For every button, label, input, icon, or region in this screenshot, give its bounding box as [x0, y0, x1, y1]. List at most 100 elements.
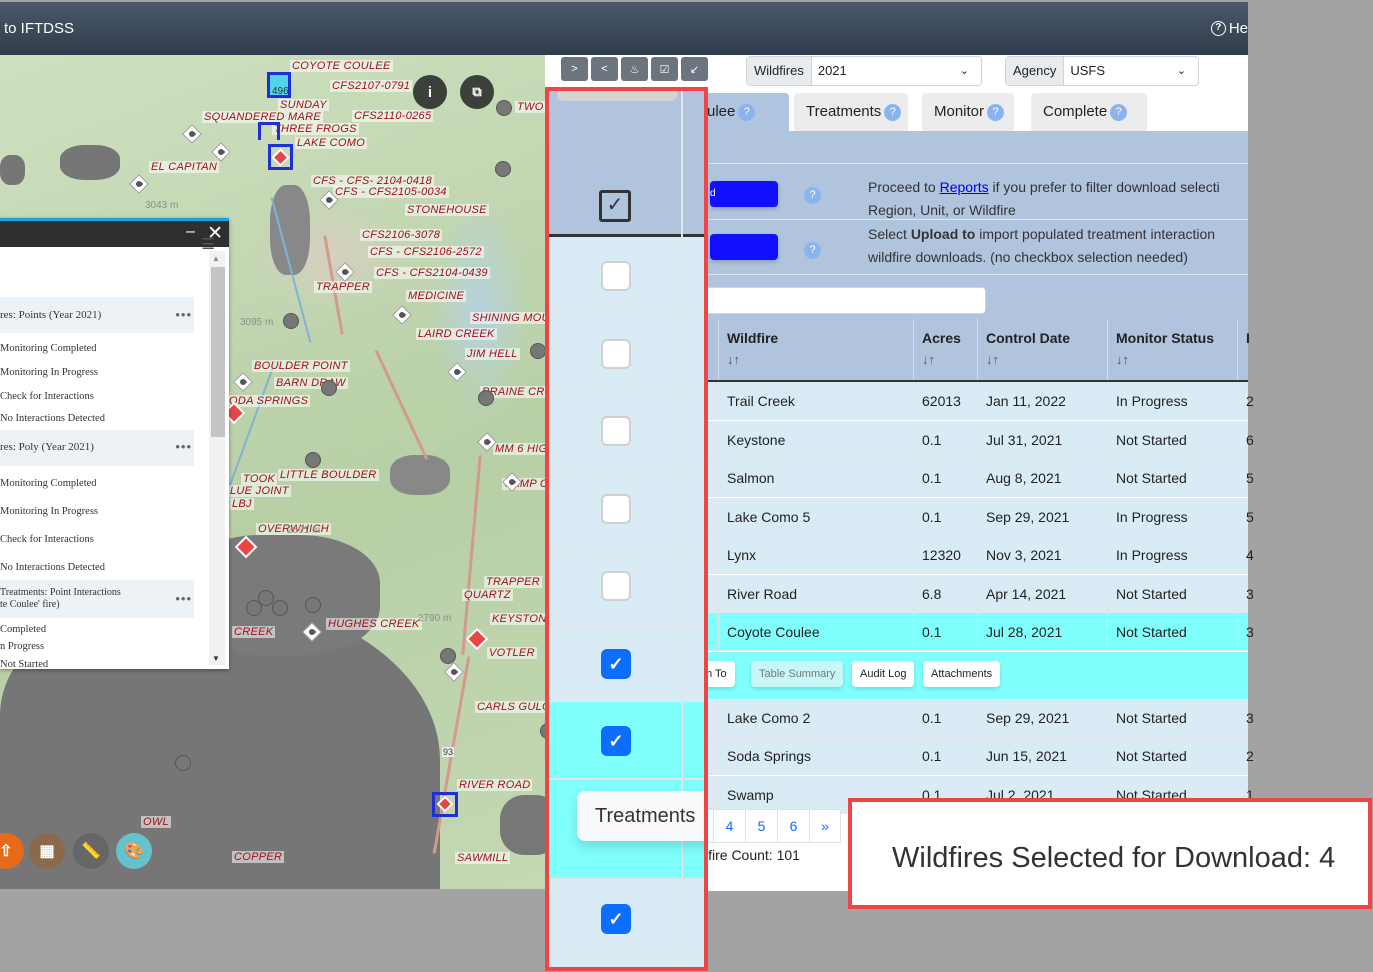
scrollbar-thumb[interactable]	[211, 267, 225, 437]
scroll-down-icon[interactable]: ▼	[212, 654, 220, 663]
map-label[interactable]: OWL	[141, 816, 171, 828]
point-marker[interactable]	[305, 597, 321, 613]
search-input[interactable]	[705, 287, 986, 314]
map-label[interactable]: LITTLE BOULDER	[278, 469, 379, 481]
tab-treatments[interactable]: Treatments?	[794, 93, 908, 131]
tab-coyote-coulee[interactable]: ulee?	[695, 93, 789, 131]
select-all-checkbox-icon[interactable]: ✓	[599, 190, 631, 222]
point-marker[interactable]	[321, 380, 337, 396]
more-options-icon[interactable]: •••	[175, 591, 192, 606]
map-label[interactable]: CFS - CFS2104-0439	[374, 267, 490, 279]
point-marker[interactable]	[478, 390, 494, 406]
legend-group[interactable]: res: Poly (Year 2021) •••	[0, 430, 194, 466]
row-checkbox[interactable]	[601, 261, 631, 291]
point-marker[interactable]	[305, 452, 321, 468]
agency-select[interactable]: Agency USFS ⌄	[1005, 56, 1199, 86]
row-checkbox[interactable]: ✓	[601, 903, 631, 934]
scroll-up-icon[interactable]: ▲	[212, 254, 220, 263]
point-marker[interactable]	[440, 648, 456, 664]
tab-complete[interactable]: Complete?	[1031, 93, 1147, 131]
page-link[interactable]: 4	[713, 810, 745, 842]
minimize-button[interactable]: –	[186, 223, 195, 241]
sort-icon[interactable]: ↓↑	[986, 352, 1107, 367]
map-label[interactable]: BOULDER POINT	[252, 360, 350, 372]
table-summary-button[interactable]: Table Summary	[751, 660, 844, 687]
map-label[interactable]: TWO	[515, 101, 546, 113]
point-marker[interactable]	[530, 343, 546, 359]
download-button[interactable]: d	[710, 181, 778, 207]
select-checked-button[interactable]: ☑	[651, 57, 678, 81]
help-icon[interactable]: ?	[804, 187, 821, 204]
reports-link[interactable]: Reports	[940, 179, 989, 195]
row-checkbox[interactable]	[601, 493, 631, 524]
info-button[interactable]: i	[413, 75, 447, 109]
point-marker[interactable]	[175, 755, 191, 771]
map-label[interactable]: CFS2106-3078	[360, 229, 443, 241]
map-label[interactable]: CREEK	[232, 626, 276, 638]
column-header-wildfire[interactable]: Wildfire ↓↑	[718, 319, 913, 380]
column-header-monitor-status[interactable]: Monitor Status ↓↑	[1107, 319, 1237, 380]
swipe-compare-button[interactable]: ⧉	[460, 75, 494, 109]
legend-group[interactable]: Treatments: Point Interactions te Coulee…	[0, 580, 194, 618]
measure-tool-button[interactable]: 📏	[73, 833, 109, 869]
column-header-extra[interactable]: I	[1237, 319, 1257, 380]
map-label[interactable]: VOTLER	[487, 647, 537, 659]
more-options-icon[interactable]: •••	[175, 439, 192, 454]
map-label[interactable]: JIM HELL	[465, 348, 520, 360]
collapse-left-button[interactable]: <	[591, 57, 618, 81]
map-label[interactable]: KEYSTON	[490, 613, 549, 625]
map-label[interactable]: CARLS GULC	[475, 701, 553, 713]
next-page-link[interactable]: »	[809, 810, 841, 842]
row-checkbox[interactable]: ✓	[601, 726, 631, 756]
map-label[interactable]: HUGHES CREEK	[326, 618, 422, 630]
point-marker[interactable]	[496, 100, 512, 116]
map-label[interactable]: CFS - CFS2106-2572	[368, 246, 484, 258]
symbology-tool-button[interactable]: 🎨	[116, 833, 152, 869]
upload-button[interactable]	[710, 234, 778, 260]
column-header-acres[interactable]: Acres ↓↑	[913, 319, 977, 380]
map-label[interactable]: COYOTE COULEE	[290, 60, 393, 72]
map-label[interactable]: LUE JOINT	[228, 485, 291, 497]
map-label[interactable]: SUNDAY	[278, 99, 329, 111]
help-icon[interactable]: ?	[884, 103, 902, 121]
page-link[interactable]: 6	[777, 810, 809, 842]
map-label[interactable]: SHINING MOU	[470, 312, 552, 324]
legend-scrollbar[interactable]: ▲ ▼	[209, 251, 225, 665]
map-label[interactable]: MM 6 HIG	[493, 443, 550, 455]
minimize-panel-button[interactable]: ↙	[681, 57, 708, 81]
help-link[interactable]: ? He	[1210, 20, 1248, 37]
point-marker[interactable]	[495, 161, 511, 177]
row-checkbox[interactable]	[601, 416, 631, 446]
map-label[interactable]: CFS2110-0265	[352, 110, 434, 122]
sort-icon[interactable]: ↓↑	[727, 352, 913, 367]
help-icon[interactable]: ?	[804, 242, 821, 259]
map-label[interactable]: LBJ	[230, 498, 254, 510]
sort-icon[interactable]: ↓↑	[1116, 352, 1237, 367]
basemap-gallery-button[interactable]: ▦	[29, 833, 65, 869]
expand-right-button[interactable]: >	[561, 57, 588, 81]
row-checkbox[interactable]: ✓	[601, 648, 631, 679]
help-icon[interactable]: ?	[1110, 103, 1128, 121]
help-icon[interactable]: ?	[738, 103, 756, 121]
map-label[interactable]: CFS - CFS2105-0034	[333, 186, 449, 198]
map-label[interactable]: COPPER	[232, 851, 285, 863]
map-label[interactable]: EL CAPITAN	[149, 161, 220, 173]
map-label[interactable]: LAKE COMO	[295, 137, 368, 149]
map-label[interactable]: TRAPPER	[484, 576, 543, 588]
selected-fire-highlight[interactable]	[258, 122, 280, 140]
attachments-button[interactable]: Attachments	[923, 660, 1001, 687]
map-label[interactable]: THREE FROGS	[272, 123, 359, 135]
audit-log-button[interactable]: Audit Log	[852, 660, 915, 687]
map-label[interactable]: STONEHOUSE	[405, 204, 489, 216]
sort-icon[interactable]: ↓↑	[922, 352, 977, 367]
map-label[interactable]: TRAPPER	[314, 281, 373, 293]
more-options-icon[interactable]: •••	[175, 307, 192, 322]
point-marker[interactable]	[283, 313, 299, 329]
wildfires-year-select[interactable]: Wildfires 2021 ⌄	[746, 56, 982, 86]
point-marker[interactable]	[246, 600, 262, 616]
map-label[interactable]: SAWMILL	[455, 852, 511, 864]
row-checkbox[interactable]	[601, 338, 631, 369]
map-label[interactable]: CFS2107-0791	[330, 80, 413, 92]
point-marker[interactable]	[272, 600, 288, 616]
help-icon[interactable]: ?	[987, 103, 1005, 121]
